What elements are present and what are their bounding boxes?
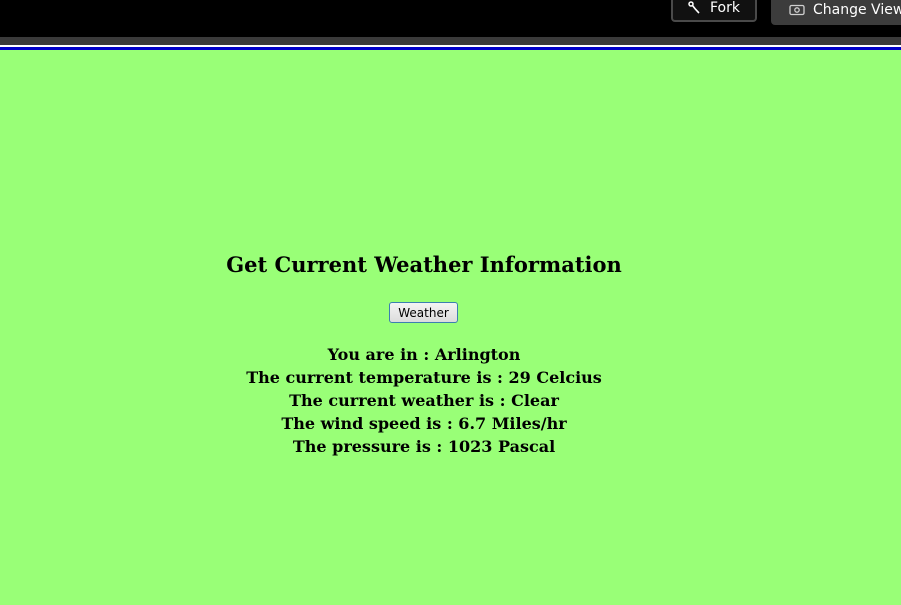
page-title: Get Current Weather Information	[226, 252, 622, 277]
fork-button[interactable]: Fork	[671, 0, 757, 22]
wind-speed-text: The wind speed is : 6.7 Miles/hr	[281, 414, 567, 433]
change-view-button-label: Change View	[813, 1, 901, 18]
location-text: You are in : Arlington	[327, 345, 521, 364]
fork-button-label: Fork	[710, 0, 740, 16]
pressure-text: The pressure is : 1023 Pascal	[292, 437, 556, 456]
change-view-button[interactable]: Change View	[771, 0, 901, 25]
temperature-text: The current temperature is : 29 Celcius	[246, 368, 602, 387]
eye-icon	[789, 4, 805, 16]
top-bar: Fork Change View	[0, 0, 901, 37]
weather-button[interactable]: Weather	[389, 302, 458, 323]
weather-page: Get Current Weather Information Weather …	[0, 50, 901, 605]
weather-info: You are in : Arlington The current tempe…	[0, 343, 848, 458]
conditions-text: The current weather is : Clear	[289, 391, 559, 410]
fork-icon	[688, 1, 702, 15]
divider	[0, 37, 901, 45]
